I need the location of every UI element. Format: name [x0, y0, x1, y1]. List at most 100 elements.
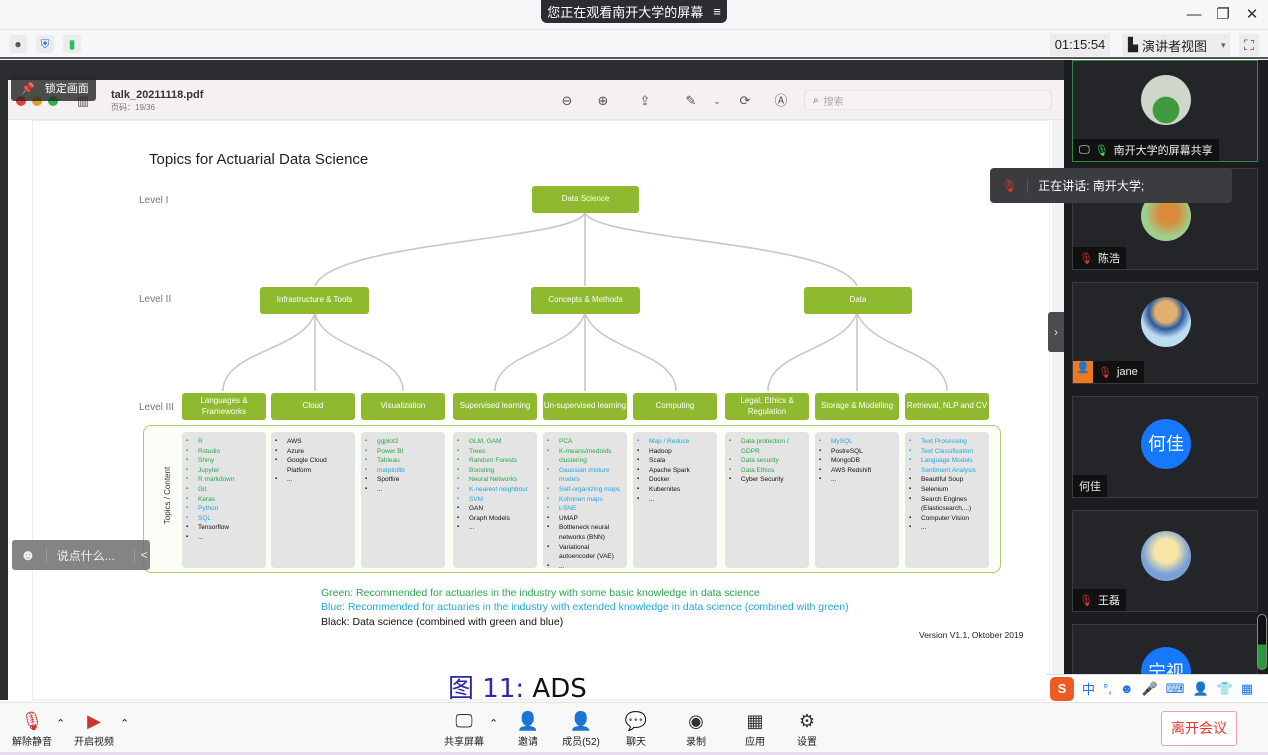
unmute-label: 解除静音 [12, 737, 52, 748]
sogou-logo-icon[interactable]: S [1050, 676, 1074, 701]
zoom-in-icon[interactable]: ⊕ [594, 92, 612, 110]
topic-item: matplotlib [365, 466, 441, 476]
node-retrieval-nlp-cv: Retrieval, NLP and CV [905, 393, 989, 420]
leave-meeting-button[interactable]: 离开会议 [1161, 711, 1237, 746]
menu-icon[interactable]: ≡ [713, 4, 721, 19]
record-button[interactable]: ◉ 录制 [678, 709, 714, 748]
annotate-icon[interactable]: Ⓐ [772, 92, 790, 110]
apps-icon: ▦ [746, 711, 764, 731]
close-button[interactable]: ✕ [1240, 4, 1264, 26]
gallery-toggle-handle[interactable]: › [1048, 312, 1064, 352]
share-screen-label: 共享屏幕 [444, 737, 484, 748]
pdf-search-field[interactable]: ⌕ 搜索 [804, 90, 1052, 110]
topic-item: t-SNE [547, 504, 623, 514]
settings-button[interactable]: ⚙ 设置 [789, 709, 825, 748]
members-button[interactable]: 👤 成员(52) [558, 709, 604, 748]
markup-pen-icon[interactable]: ✎ [682, 92, 700, 110]
signal-icon[interactable]: ▮ [63, 35, 81, 53]
share-notice[interactable]: 您正在观看南开大学的屏幕 ≡ [541, 0, 727, 23]
record-label: 录制 [686, 737, 706, 748]
participant-tile[interactable]: 🎙 王磊 [1072, 510, 1258, 612]
topic-item: ggplot2 [365, 437, 441, 447]
ime-menu-icon[interactable]: ▦ [1241, 681, 1253, 697]
start-video-button[interactable]: ▶ 开启视频 [72, 709, 116, 748]
gear-icon: ⚙ [798, 711, 816, 731]
chat-input-bar[interactable]: ☻ 说点什么... < [12, 540, 150, 570]
topic-item: Google Cloud Platform [275, 456, 351, 475]
node-computing: Computing [633, 393, 717, 420]
topic-item: Azure [275, 447, 351, 457]
topic-item: ... [637, 495, 713, 505]
topic-item: Jupyter [186, 466, 262, 476]
topic-item: Sentiment Analysis [909, 466, 985, 476]
chat-button[interactable]: 💬 聊天 [618, 709, 654, 748]
rotate-icon[interactable]: ⟳ [736, 92, 754, 110]
topic-column: MySQLPostreSQLMongoDBAWS Redshift... [815, 432, 899, 568]
topic-item: Computer Vision [909, 514, 985, 524]
participant-tile[interactable]: 👤 🎙 jane [1072, 282, 1258, 384]
pdf-scrollbar[interactable] [1052, 120, 1064, 700]
topic-item: Git [186, 485, 262, 495]
info-icon[interactable]: ● [9, 35, 27, 53]
share-icon[interactable]: ⇪ [636, 92, 654, 110]
participant-gallery: 🖵 🎙 南开大学的屏幕共享 🎙 陈浩 👤 🎙 jane 何佳 何佳 🎙 王磊 宁… [1064, 60, 1268, 700]
topic-item: AWS Redshift [819, 466, 895, 476]
chevron-down-icon[interactable]: ⌄ [708, 92, 726, 110]
ime-emoji-icon[interactable]: ☻ [1120, 681, 1134, 696]
emoji-icon[interactable]: ☻ [20, 547, 36, 564]
topic-item: R [186, 437, 262, 447]
pdf-page-number: 页码：19/36 [111, 103, 156, 112]
ime-keyboard-icon[interactable]: ⌨ [1166, 681, 1185, 697]
lock-view-button[interactable]: 📌 锁定画面 [11, 75, 96, 101]
video-options-caret[interactable]: ⌃ [120, 717, 129, 730]
invite-button[interactable]: 👤 邀请 [510, 709, 546, 748]
ime-user-icon[interactable]: 👤 [1192, 681, 1208, 697]
ime-skin-icon[interactable]: 👕 [1217, 681, 1233, 697]
topic-item: Bottleneck neural networks (BNN) [547, 523, 623, 542]
participant-namebar: 🖵 🎙 南开大学的屏幕共享 [1073, 139, 1219, 161]
unmute-button[interactable]: 🎙 解除静音 [10, 709, 54, 748]
share-screen-button[interactable]: 🖵 共享屏幕 [441, 709, 487, 748]
zoom-out-icon[interactable]: ⊖ [558, 92, 576, 110]
restore-button[interactable]: ❐ [1211, 4, 1235, 26]
topic-item: ... [819, 475, 895, 485]
chat-placeholder[interactable]: 说点什么... [45, 546, 124, 564]
invite-label: 邀请 [518, 737, 538, 748]
participant-tile[interactable]: 🖵 🎙 南开大学的屏幕共享 [1072, 60, 1258, 162]
topic-column: Data protection / GDPRData securityData … [725, 432, 809, 568]
topic-item: Shiny [186, 456, 262, 466]
node-infrastructure-tools: Infrastructure & Tools [260, 287, 369, 314]
share-options-caret[interactable]: ⌃ [489, 717, 498, 730]
participant-namebar: 🎙 陈浩 [1073, 247, 1126, 269]
apps-button[interactable]: ▦ 应用 [737, 709, 773, 748]
topic-item: GAN [457, 504, 533, 514]
node-cloud: Cloud [271, 393, 355, 420]
topic-item: Self-organizing maps [547, 485, 623, 495]
volume-meter [1257, 614, 1267, 670]
pdf-filename: talk_20211118.pdf [111, 89, 204, 101]
mic-muted-icon: 🎙 [1098, 366, 1112, 379]
view-mode-label: 演讲者视图 [1142, 38, 1208, 54]
participant-name: 何佳 [1079, 481, 1101, 493]
node-concepts-methods: Concepts & Methods [531, 287, 640, 314]
ime-chinese-mode[interactable]: 中 [1082, 679, 1095, 698]
collapse-icon[interactable]: < [133, 548, 148, 562]
ime-voice-icon[interactable]: 🎤 [1142, 681, 1158, 697]
connector [314, 312, 404, 392]
topic-list: RRstudioShinyJupyterR markdownGitKerasPy… [186, 437, 262, 543]
mic-muted-icon: 🎙 [1079, 594, 1093, 607]
pin-icon: 📌 [21, 82, 35, 95]
fullscreen-icon[interactable]: ⛶ [1239, 34, 1259, 56]
connector [584, 312, 677, 392]
shield-icon[interactable]: ⛨ [36, 35, 54, 53]
ime-punctuation-icon[interactable]: °, [1103, 681, 1112, 696]
minimize-button[interactable]: — [1182, 4, 1206, 26]
participant-tile[interactable]: 何佳 何佳 [1072, 396, 1258, 498]
audio-options-caret[interactable]: ⌃ [56, 717, 65, 730]
avatar [1141, 531, 1191, 581]
connector [856, 312, 948, 392]
topic-item: ... [365, 485, 441, 495]
legend-green: Green: Recommended for actuaries in the … [321, 587, 760, 599]
topic-item: SQL [186, 514, 262, 524]
view-mode-dropdown[interactable]: ▙ 演讲者视图 ▾ [1122, 34, 1230, 56]
